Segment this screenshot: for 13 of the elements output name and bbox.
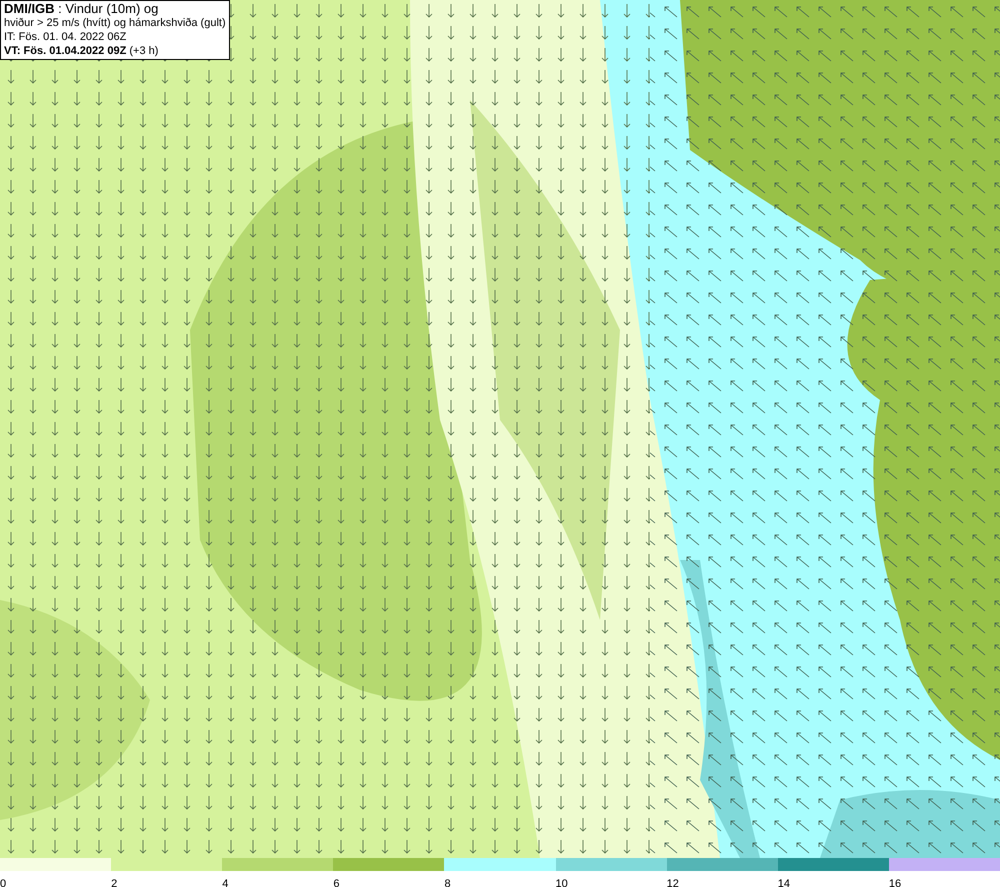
legend-label: 0 xyxy=(0,878,6,887)
legend-label: 4 xyxy=(222,878,228,887)
legend-label: 6 xyxy=(333,878,340,887)
title-line: DMI/IGB : Vindur (10m) og xyxy=(4,2,160,16)
legend-label: 16 xyxy=(888,878,902,887)
legend-label: 2 xyxy=(111,878,118,887)
title-line: hviður > 25 m/s (hvítt) og hámarkshviða (gult) xyxy=(4,16,226,30)
title-line: VT: Fös. 01.04.2022 09Z (+3 h) xyxy=(4,44,160,58)
legend-label: 14 xyxy=(778,878,790,887)
legend-label: 12 xyxy=(666,878,679,887)
title-line: IT: Fös. 01. 04. 2022 06Z xyxy=(4,30,128,44)
legend-label: 8 xyxy=(444,878,451,887)
legend-label: 10 xyxy=(556,878,568,887)
